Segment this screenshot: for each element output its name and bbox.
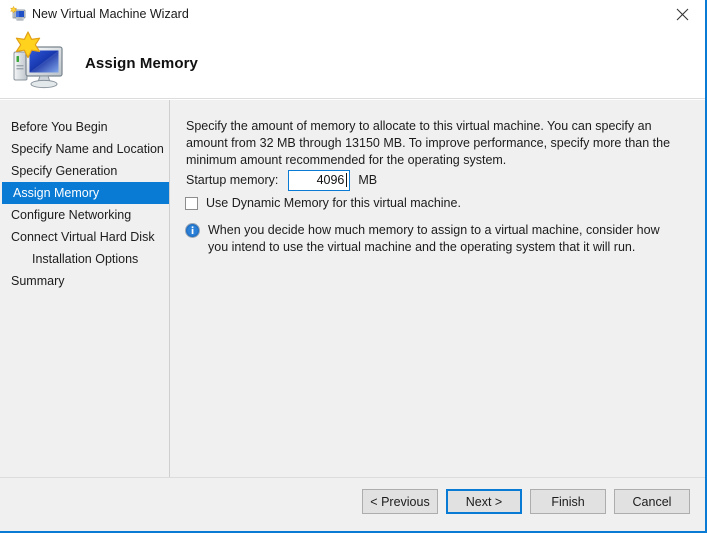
sidebar-item-connect-virtual-hard-disk[interactable]: Connect Virtual Hard Disk (0, 226, 169, 248)
startup-memory-input[interactable]: 4096 (288, 170, 350, 191)
startup-memory-value: 4096 (317, 173, 346, 187)
text-caret (346, 173, 347, 187)
cancel-button[interactable]: Cancel (614, 489, 690, 514)
info-note: When you decide how much memory to assig… (185, 222, 685, 256)
next-button[interactable]: Next > (446, 489, 522, 514)
sidebar-item-before-you-begin[interactable]: Before You Begin (0, 116, 169, 138)
close-icon[interactable] (660, 0, 705, 28)
finish-button[interactable]: Finish (530, 489, 606, 514)
dynamic-memory-checkbox[interactable] (185, 197, 198, 210)
footer-button-row: < Previous Next > Finish Cancel (362, 489, 690, 514)
startup-memory-row: Startup memory: 4096 MB (186, 168, 377, 192)
startup-memory-label: Startup memory: (186, 173, 278, 187)
startup-memory-unit: MB (358, 173, 377, 187)
wizard-content-pane: Specify the amount of memory to allocate… (171, 100, 705, 477)
wizard-step-list: Before You Begin Specify Name and Locati… (0, 116, 169, 292)
sidebar-item-summary[interactable]: Summary (0, 270, 169, 292)
new-virtual-machine-icon (9, 6, 26, 22)
page-title: Assign Memory (85, 55, 198, 72)
wizard-step-sidebar: Before You Begin Specify Name and Locati… (0, 100, 170, 477)
new-virtual-machine-wizard-window: New Virtual Machine Wizard (0, 0, 707, 533)
sidebar-item-specify-generation[interactable]: Specify Generation (0, 160, 169, 182)
wizard-banner: Assign Memory (0, 28, 705, 99)
virtual-machine-monitor-icon (8, 30, 72, 92)
wizard-body: Before You Begin Specify Name and Locati… (0, 100, 705, 477)
sidebar-item-specify-name-and-location[interactable]: Specify Name and Location (0, 138, 169, 160)
sidebar-item-configure-networking[interactable]: Configure Networking (0, 204, 169, 226)
window-title: New Virtual Machine Wizard (32, 5, 189, 23)
wizard-footer: < Previous Next > Finish Cancel (0, 477, 705, 531)
info-icon (185, 223, 200, 243)
sidebar-item-installation-options[interactable]: Installation Options (0, 248, 169, 270)
dynamic-memory-checkbox-row[interactable]: Use Dynamic Memory for this virtual mach… (185, 196, 461, 210)
sidebar-item-assign-memory[interactable]: Assign Memory (2, 182, 169, 204)
intro-text: Specify the amount of memory to allocate… (186, 118, 680, 169)
info-note-text: When you decide how much memory to assig… (208, 222, 680, 256)
dynamic-memory-label: Use Dynamic Memory for this virtual mach… (206, 196, 461, 210)
previous-button[interactable]: < Previous (362, 489, 438, 514)
title-bar: New Virtual Machine Wizard (0, 0, 705, 28)
